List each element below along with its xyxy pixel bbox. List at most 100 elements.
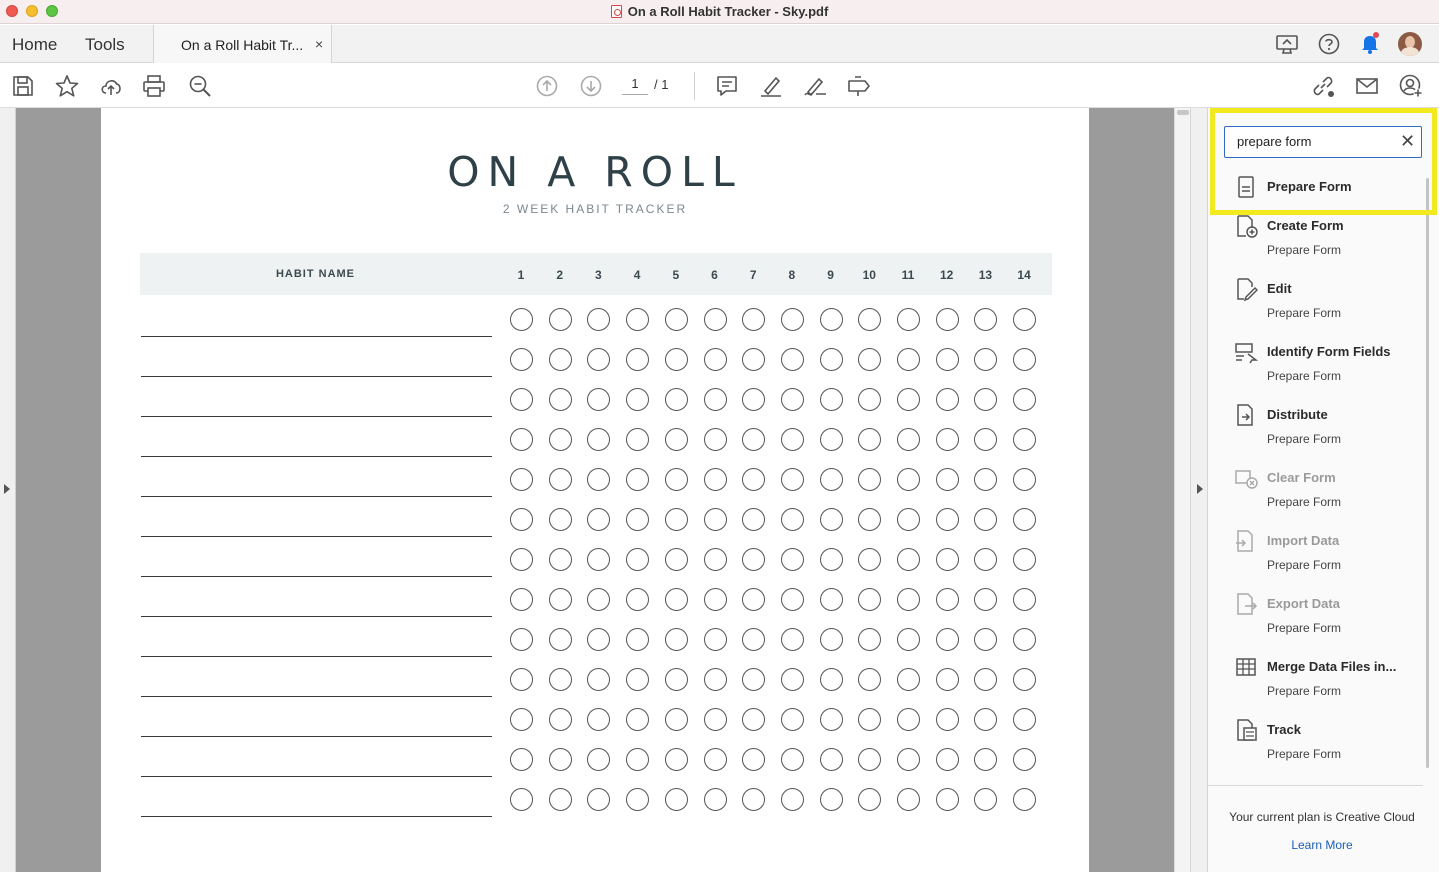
habit-check-circle [742,348,766,371]
panel-divider [1208,785,1423,786]
habit-check-circle [510,588,533,611]
habit-name-line [141,536,492,537]
habit-check-circle [935,628,959,651]
export-data-icon [1237,593,1258,615]
previous-page-icon[interactable] [534,73,560,99]
habit-check-circle [1013,508,1037,531]
search-result-item[interactable]: Merge Data Files in... Prepare Form [1208,654,1423,714]
habit-check-circle [587,668,611,691]
search-result-item[interactable]: Track Prepare Form [1208,717,1423,777]
search-result-item[interactable]: Edit Prepare Form [1208,276,1423,336]
habit-check-circle [664,788,688,811]
user-avatar[interactable] [1398,32,1422,56]
sign-icon[interactable] [802,73,828,99]
habit-check-circle [626,748,650,771]
next-page-icon[interactable] [578,73,604,99]
habit-check-circle [935,708,959,731]
search-result-item[interactable]: Clear Form Prepare Form [1208,465,1423,525]
search-result-item[interactable]: Export Data Prepare Form [1208,591,1423,651]
habit-check-circle [974,468,998,491]
habit-check-circle [587,428,611,451]
habit-check-circle [510,668,533,691]
habit-check-circle [897,588,920,611]
right-panel-toggle[interactable] [1190,108,1208,872]
zoom-search-icon[interactable] [187,73,213,99]
habit-check-circle [703,788,727,811]
habit-name-line [141,776,492,777]
habit-check-circle [664,308,688,331]
search-result-category: Prepare Form [1267,306,1342,320]
search-result-category: Prepare Form [1267,243,1342,257]
upload-cloud-icon[interactable] [98,73,124,99]
search-result-item[interactable]: Identify Form Fields Prepare Form [1208,339,1423,399]
habit-check-circle [897,308,920,331]
results-scrollbar-thumb[interactable] [1426,178,1429,768]
highlight-pen-icon[interactable] [758,73,784,99]
search-result-item[interactable]: Import Data Prepare Form [1208,528,1423,588]
tools-tab[interactable]: Tools [85,35,125,55]
learn-more-link[interactable]: Learn More [1208,838,1436,852]
star-icon[interactable] [54,73,80,99]
habit-check-circle [548,548,572,571]
search-result-title: Import Data [1267,533,1340,548]
search-result-category: Prepare Form [1267,621,1342,635]
home-tab[interactable]: Home [12,35,57,55]
document-scrollbar-thumb[interactable] [1177,110,1189,115]
email-icon[interactable] [1354,73,1380,99]
habit-check-circle [1013,428,1037,451]
habit-check-circle [587,628,611,651]
habit-name-line [141,616,492,617]
habit-check-circle [1013,308,1037,331]
document-tab[interactable]: On a Roll Habit Tr... × [153,25,332,63]
habit-check-circle [703,748,727,771]
notifications-bell-icon[interactable] [1358,31,1382,55]
collapse-right-panel-icon[interactable] [1197,484,1203,494]
habit-check-circle [703,388,727,411]
title-bar: On a Roll Habit Tracker - Sky.pdf [0,0,1439,24]
habit-check-circle [587,708,611,731]
close-tab-icon[interactable]: × [315,36,323,52]
habit-check-circle [897,788,920,811]
habit-check-circle [664,348,688,371]
plan-info: Your current plan is Creative Cloud [1229,810,1415,824]
day-column-header: 5 [672,268,680,282]
page-number-input[interactable]: 1 [622,76,648,95]
habit-check-circle [626,548,650,571]
search-result-item[interactable]: Create Form Prepare Form [1208,213,1423,273]
toolbar-divider [694,72,695,100]
habit-check-circle [548,308,572,331]
document-scrollbar[interactable] [1174,108,1190,872]
results-scrollbar[interactable] [1423,174,1431,786]
comment-icon[interactable] [714,73,740,99]
day-column-header: 9 [827,268,834,282]
habit-check-circle [742,748,766,771]
habit-check-circle [703,468,727,491]
habit-check-circle [819,628,843,651]
habit-check-circle [742,388,766,411]
habit-check-circle [935,388,959,411]
day-column-header: 1 [517,268,525,282]
habit-check-circle [780,668,804,691]
print-icon[interactable] [141,73,167,99]
search-result-category: Prepare Form [1267,369,1342,383]
habit-check-circle [780,348,804,371]
day-column-header: 6 [711,268,718,282]
search-result-item[interactable]: Distribute Prepare Form [1208,402,1423,462]
share-link-icon[interactable] [1310,73,1336,99]
habit-name-line [141,736,492,737]
habit-check-circle [780,628,804,651]
fill-sign-stamp-icon[interactable] [846,73,872,99]
habit-check-circle [819,668,843,691]
habit-check-circle [780,588,804,611]
save-icon[interactable] [10,73,36,99]
expand-left-panel-icon[interactable] [4,484,10,494]
habit-check-circle [587,308,611,331]
habit-check-circle [974,708,998,731]
habit-name-line [141,456,492,457]
document-viewer[interactable]: ON A ROLL 2 WEEK HABIT TRACKER HABIT NAM… [0,108,1190,872]
left-panel-toggle[interactable] [0,108,16,872]
add-user-icon[interactable] [1398,73,1424,99]
help-icon[interactable] [1317,32,1341,56]
habit-check-circle [858,708,882,731]
share-screen-icon[interactable] [1275,33,1299,55]
